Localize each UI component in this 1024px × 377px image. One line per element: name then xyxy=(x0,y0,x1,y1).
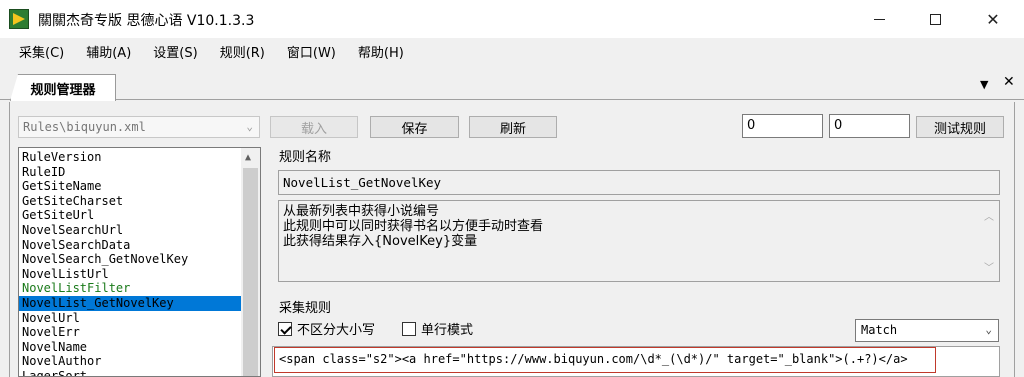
rule-list[interactable]: RuleVersion RuleID GetSiteName GetSiteChars… xyxy=(18,147,261,377)
ignore-case-label: 不区分大小写 xyxy=(297,323,376,338)
tab-rule-manager[interactable]: 规则管理器 xyxy=(10,74,116,101)
rule-list-scrollbar[interactable]: ▲ xyxy=(241,148,260,376)
menu-assist[interactable]: 辅助(A) xyxy=(75,40,142,68)
description-line: 此规则中可以同时获得书名以方便手动时查看 xyxy=(283,219,544,234)
single-line-label: 单行模式 xyxy=(421,323,474,338)
tab-dropdown-icon[interactable]: ▼ xyxy=(980,78,988,91)
menu-collect[interactable]: 采集(C) xyxy=(8,40,75,68)
ignore-case-option[interactable]: 不区分大小写 xyxy=(278,319,375,338)
chevron-down-icon: ⌄ xyxy=(246,120,253,133)
end-number-input[interactable]: 0 xyxy=(829,114,910,138)
menu-help[interactable]: 帮助(H) xyxy=(347,40,415,68)
rule-list-item[interactable]: NovelAuthor xyxy=(19,354,241,369)
rule-list-item[interactable]: GetSiteUrl xyxy=(19,208,241,223)
rule-name-label: 规则名称 xyxy=(279,150,332,165)
scroll-down-icon[interactable]: ﹀ xyxy=(984,259,994,274)
menu-rules[interactable]: 规则(R) xyxy=(209,40,276,68)
rule-list-item[interactable]: NovelList_GetNovelKey xyxy=(19,295,241,311)
refresh-button[interactable]: 刷新 xyxy=(469,116,557,138)
rule-list-item[interactable]: NovelUrl xyxy=(19,311,241,326)
test-rule-button[interactable]: 测试规则 xyxy=(916,116,1004,138)
menu-bar: 采集(C) 辅助(A) 设置(S) 规则(R) 窗口(W) 帮助(H) xyxy=(0,40,1024,68)
rule-list-item[interactable]: NovelSearchUrl xyxy=(19,223,241,238)
rule-file-value: Rules\biquyun.xml xyxy=(23,120,146,134)
rule-list-item[interactable]: RuleVersion xyxy=(19,150,241,165)
ignore-case-checkbox[interactable] xyxy=(278,321,292,336)
menu-settings[interactable]: 设置(S) xyxy=(142,40,208,68)
scroll-up-icon[interactable]: ▲ xyxy=(245,152,251,163)
rule-list-item[interactable]: NovelListUrl xyxy=(19,267,241,282)
rule-file-select[interactable]: Rules\biquyun.xml ⌄ xyxy=(18,116,260,138)
load-button[interactable]: 载入 xyxy=(270,116,358,138)
minimize-icon xyxy=(873,18,885,20)
start-number-input[interactable]: 0 xyxy=(742,114,823,138)
rule-list-items: RuleVersion RuleID GetSiteName GetSiteChars… xyxy=(19,150,241,376)
rule-list-item[interactable]: NovelSearchData xyxy=(19,238,241,253)
description-line: 此获得结果存入{NovelKey}变量 xyxy=(283,234,478,249)
rule-list-item[interactable]: NovelErr xyxy=(19,325,241,340)
rule-name-field[interactable]: NovelList_GetNovelKey xyxy=(278,170,1000,195)
description-line: 从最新列表中获得小说编号 xyxy=(283,204,440,219)
rule-list-item[interactable]: GetSiteCharset xyxy=(19,194,241,209)
rule-list-item[interactable]: RuleID xyxy=(19,165,241,180)
title-bar: 關關杰奇专版 思德心语 V10.1.3.3 ✕ xyxy=(0,0,1024,38)
rule-list-item[interactable]: NovelName xyxy=(19,340,241,355)
single-line-option[interactable]: 单行模式 xyxy=(402,319,473,338)
maximize-button[interactable] xyxy=(912,0,958,38)
description-scrollbar[interactable]: ︿ ﹀ xyxy=(980,202,998,280)
maximize-icon xyxy=(929,13,941,25)
tab-close-icon[interactable]: ✕ xyxy=(1003,74,1015,90)
save-button[interactable]: 保存 xyxy=(370,116,459,138)
collect-rule-label: 采集规则 xyxy=(279,301,332,316)
tab-strip: 规则管理器 xyxy=(0,70,1024,101)
app-logo-icon xyxy=(9,9,29,29)
rule-list-item[interactable]: NovelListFilter xyxy=(19,281,241,296)
rule-list-item[interactable]: LagerSort xyxy=(19,369,241,376)
match-mode-select[interactable]: Match ⌄ xyxy=(855,319,999,342)
rule-list-item[interactable]: GetSiteName xyxy=(19,179,241,194)
window-title: 關關杰奇专版 思德心语 V10.1.3.3 xyxy=(38,13,255,29)
rule-description-field[interactable]: 从最新列表中获得小说编号 此规则中可以同时获得书名以方便手动时查看 此获得结果存… xyxy=(278,200,1000,282)
minimize-button[interactable] xyxy=(856,0,902,38)
chevron-down-icon: ⌄ xyxy=(985,323,992,336)
close-window-button[interactable]: ✕ xyxy=(970,0,1016,38)
regex-pattern-field[interactable]: <span class="s2"><a href="https://www.bi… xyxy=(274,347,936,373)
single-line-checkbox[interactable] xyxy=(402,321,416,336)
match-mode-value: Match xyxy=(861,323,898,337)
scroll-thumb[interactable] xyxy=(243,168,258,376)
menu-window[interactable]: 窗口(W) xyxy=(276,40,347,68)
scroll-up-icon[interactable]: ︿ xyxy=(984,208,994,223)
rule-list-item[interactable]: NovelSearch_GetNovelKey xyxy=(19,252,241,267)
